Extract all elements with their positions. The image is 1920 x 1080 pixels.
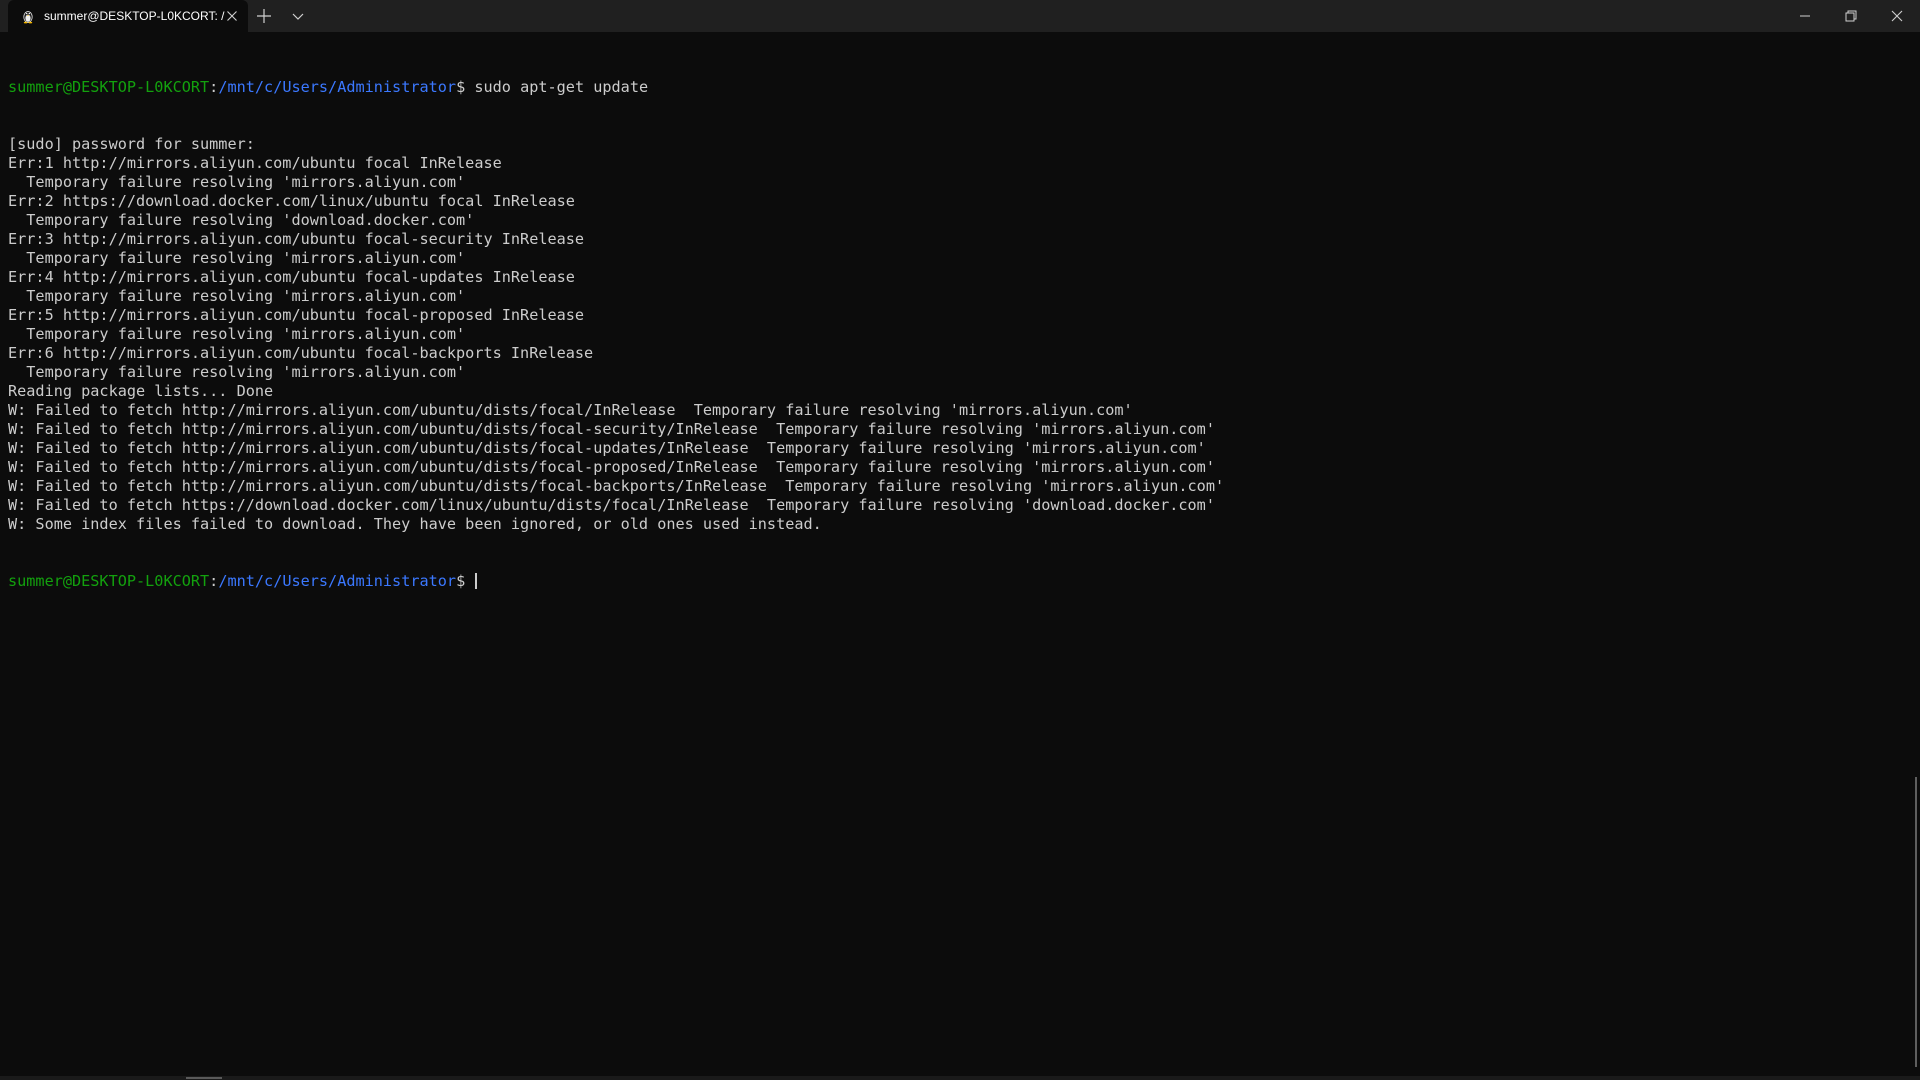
output-line: Reading package lists... Done	[8, 382, 274, 400]
close-icon[interactable]	[1874, 0, 1920, 32]
output-line: Err:1 http://mirrors.aliyun.com/ubuntu f…	[8, 154, 502, 172]
output-line: Err:3 http://mirrors.aliyun.com/ubuntu f…	[8, 230, 585, 248]
prompt-separator: :	[209, 78, 219, 96]
output-line: W: Failed to fetch http://mirrors.aliyun…	[8, 458, 1215, 476]
prompt-user: summer@DESKTOP-L0KCORT	[8, 78, 210, 96]
close-icon[interactable]	[224, 8, 240, 24]
terminal-pane[interactable]: summer@DESKTOP-L0KCORT:/mnt/c/Users/Admi…	[0, 32, 1912, 1076]
terminal-output: summer@DESKTOP-L0KCORT:/mnt/c/Users/Admi…	[8, 40, 1224, 629]
bottom-edge	[0, 1076, 1920, 1080]
minimize-icon[interactable]	[1782, 0, 1828, 32]
output-line: Err:4 http://mirrors.aliyun.com/ubuntu f…	[8, 268, 575, 286]
tab-active[interactable]: summer@DESKTOP-L0KCORT: /	[8, 0, 248, 32]
chevron-down-icon[interactable]	[286, 4, 310, 28]
output-line: W: Some index files failed to download. …	[8, 515, 822, 533]
output-line: Temporary failure resolving 'mirrors.ali…	[8, 173, 466, 191]
output-line: [sudo] password for summer:	[8, 135, 255, 153]
command-line: summer@DESKTOP-L0KCORT:/mnt/c/Users/Admi…	[8, 78, 1224, 97]
output-block: [sudo] password for summer: Err:1 http://…	[8, 135, 1224, 534]
output-line: W: Failed to fetch http://mirrors.aliyun…	[8, 439, 1206, 457]
scrollbar[interactable]	[1912, 32, 1920, 1076]
prompt-line[interactable]: summer@DESKTOP-L0KCORT:/mnt/c/Users/Admi…	[8, 572, 1224, 591]
output-line: W: Failed to fetch http://mirrors.aliyun…	[8, 401, 1133, 419]
output-line: W: Failed to fetch https://download.dock…	[8, 496, 1215, 514]
plus-icon[interactable]	[252, 4, 276, 28]
command-text: sudo apt-get update	[474, 78, 649, 96]
prompt-separator: :	[209, 572, 219, 590]
restore-icon[interactable]	[1828, 0, 1874, 32]
linux-penguin-icon	[20, 8, 36, 24]
output-line: Err:6 http://mirrors.aliyun.com/ubuntu f…	[8, 344, 594, 362]
output-line: Temporary failure resolving 'mirrors.ali…	[8, 287, 466, 305]
output-line: Temporary failure resolving 'mirrors.ali…	[8, 249, 466, 267]
output-line: Err:2 https://download.docker.com/linux/…	[8, 192, 575, 210]
prompt-path: /mnt/c/Users/Administrator	[218, 572, 457, 590]
scrollbar-thumb[interactable]	[1915, 777, 1917, 1067]
title-bar: summer@DESKTOP-L0KCORT: /	[0, 0, 1920, 32]
prompt-symbol: $	[456, 572, 475, 590]
output-line: Temporary failure resolving 'mirrors.ali…	[8, 363, 466, 381]
tab-title: summer@DESKTOP-L0KCORT: /	[44, 9, 225, 23]
prompt-symbol: $	[456, 78, 475, 96]
prompt-user: summer@DESKTOP-L0KCORT	[8, 572, 210, 590]
bottom-edge-marker	[186, 1077, 222, 1079]
output-line: W: Failed to fetch http://mirrors.aliyun…	[8, 420, 1215, 438]
output-line: W: Failed to fetch http://mirrors.aliyun…	[8, 477, 1225, 495]
output-line: Temporary failure resolving 'mirrors.ali…	[8, 325, 466, 343]
output-line: Err:5 http://mirrors.aliyun.com/ubuntu f…	[8, 306, 585, 324]
prompt-path: /mnt/c/Users/Administrator	[218, 78, 457, 96]
output-line: Temporary failure resolving 'download.do…	[8, 211, 475, 229]
text-cursor	[475, 573, 478, 589]
